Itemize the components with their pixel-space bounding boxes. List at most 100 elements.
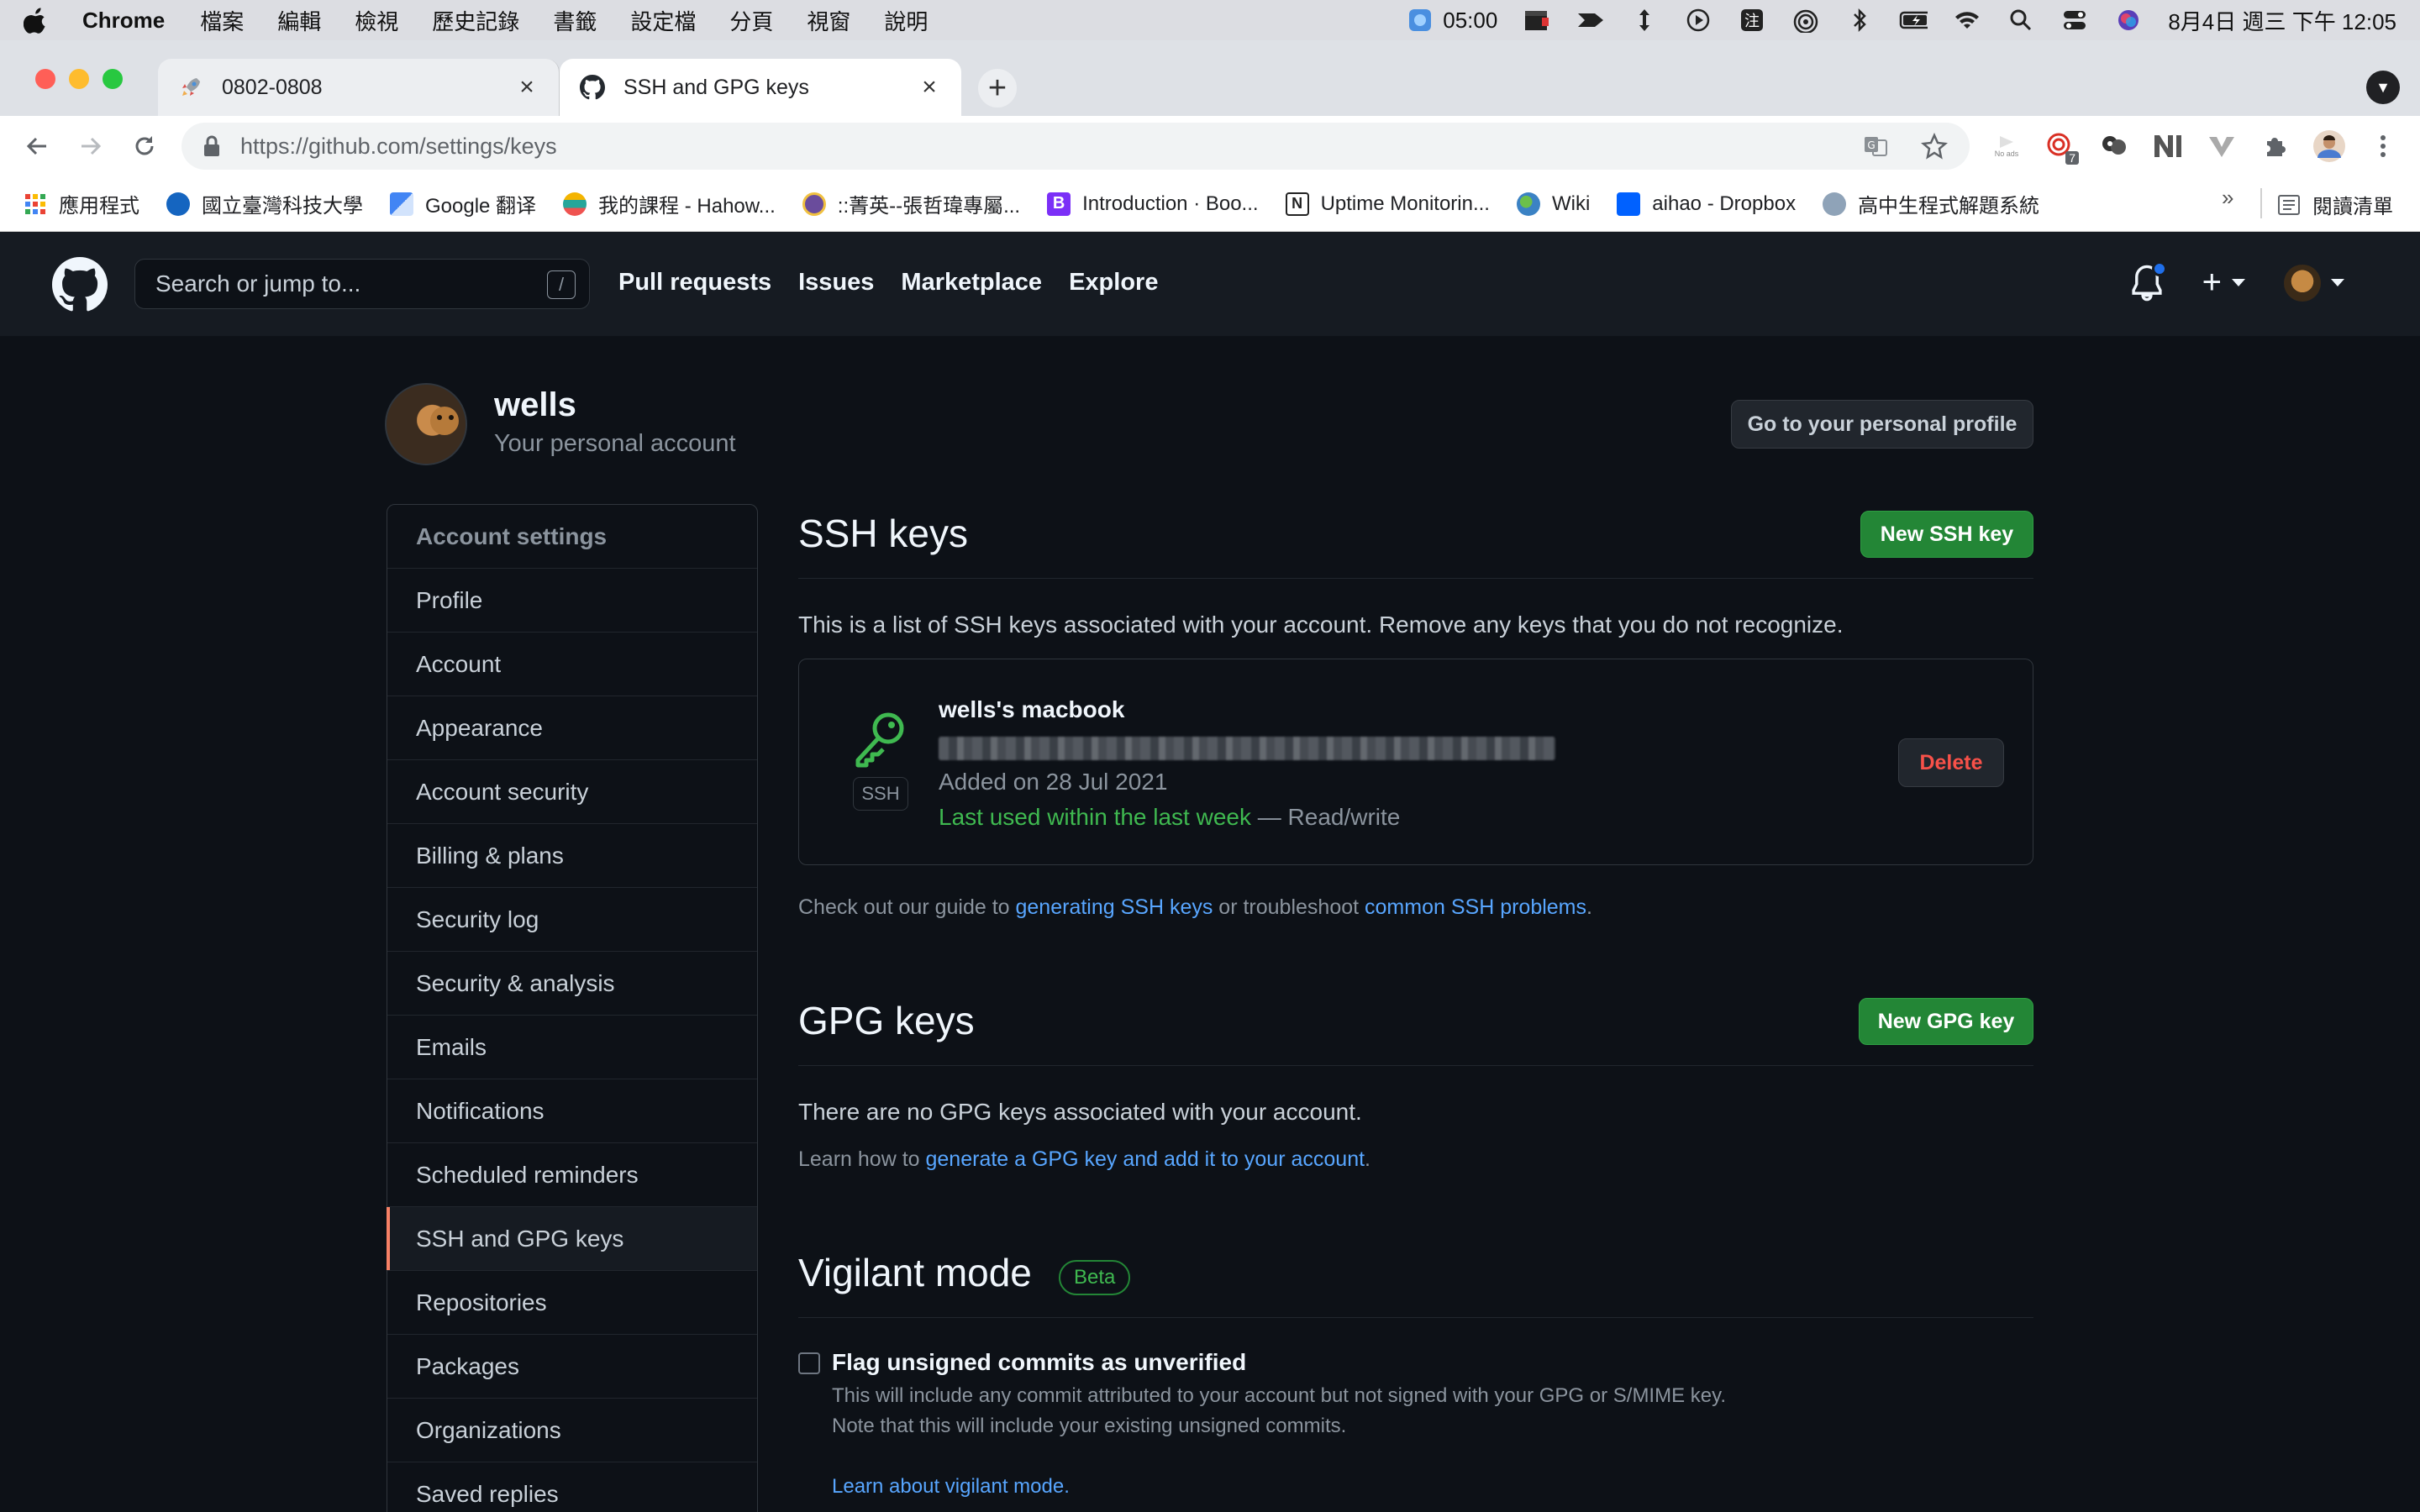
common-ssh-problems-link[interactable]: common SSH problems xyxy=(1365,895,1586,919)
sidebar-item-packages[interactable]: Packages xyxy=(387,1335,757,1399)
nav-explore[interactable]: Explore xyxy=(1069,269,1158,297)
sidebar-item-ssh-gpg-keys[interactable]: SSH and GPG keys xyxy=(387,1207,757,1271)
url-text[interactable]: https://github.com/settings/keys xyxy=(240,134,1832,160)
nav-pull-requests[interactable]: Pull requests xyxy=(618,269,771,297)
sidebar-item-saved-replies[interactable]: Saved replies xyxy=(387,1462,757,1512)
nav-issues[interactable]: Issues xyxy=(798,269,874,297)
go-to-profile-button[interactable]: Go to your personal profile xyxy=(1731,400,2033,449)
reload-button[interactable] xyxy=(128,129,161,163)
zerojudge-icon xyxy=(1823,192,1847,216)
play-circle-icon[interactable] xyxy=(1684,8,1712,33)
no-ads-extension-icon[interactable]: No ads xyxy=(1990,129,2023,163)
menu-history[interactable]: 歷史記錄 xyxy=(432,5,519,36)
account-avatar[interactable] xyxy=(385,383,467,465)
tab-ssh-and-gpg-keys[interactable]: SSH and GPG keys × xyxy=(560,59,961,116)
updown-arrows-icon[interactable] xyxy=(1630,8,1659,33)
flag-unsigned-commits-checkbox[interactable] xyxy=(798,1352,820,1374)
lock-icon[interactable] xyxy=(202,134,222,158)
input-method-icon[interactable]: 注 xyxy=(1738,8,1766,33)
sidebar-item-appearance[interactable]: Appearance xyxy=(387,696,757,760)
bookmark-wiki[interactable]: Wiki xyxy=(1516,192,1590,216)
menubar-app-name[interactable]: Chrome xyxy=(82,8,165,34)
chrome-menu-icon[interactable] xyxy=(2366,129,2400,163)
menu-window[interactable]: 視窗 xyxy=(807,5,850,36)
bookmark-hahow[interactable]: 我的課程 - Hahow... xyxy=(563,189,776,218)
generate-gpg-key-link[interactable]: generate a GPG key and add it to your ac… xyxy=(926,1147,1365,1171)
tab-close-icon[interactable]: × xyxy=(515,73,539,101)
tab-search-icon[interactable]: ▼ xyxy=(2366,71,2400,104)
bookmark-star-icon[interactable] xyxy=(1919,131,1949,161)
address-bar[interactable]: https://github.com/settings/keys G xyxy=(182,123,1970,170)
user-menu-dropdown[interactable] xyxy=(2284,264,2344,302)
menu-file[interactable]: 檔案 xyxy=(200,5,244,36)
window-zoom-button[interactable] xyxy=(103,69,123,89)
sidebar-item-billing[interactable]: Billing & plans xyxy=(387,824,757,888)
notifications-bell-icon[interactable] xyxy=(2130,260,2167,302)
menu-view[interactable]: 檢視 xyxy=(355,5,398,36)
forward-button[interactable] xyxy=(74,129,108,163)
tab-0802-0808[interactable]: 0802-0808 × xyxy=(158,59,560,116)
siri-icon[interactable] xyxy=(2114,8,2143,33)
target-extension-icon[interactable]: 7 xyxy=(2044,129,2079,165)
n-extension-icon[interactable] xyxy=(2151,129,2185,163)
sidebar-item-account-security[interactable]: Account security xyxy=(387,760,757,824)
sidebar-item-notifications[interactable]: Notifications xyxy=(387,1079,757,1143)
sidebar-item-scheduled-reminders[interactable]: Scheduled reminders xyxy=(387,1143,757,1207)
new-ssh-key-button[interactable]: New SSH key xyxy=(1860,511,2033,558)
bookmark-introduction[interactable]: B Introduction · Boo... xyxy=(1047,192,1259,216)
svg-text:注: 注 xyxy=(1744,13,1760,30)
focus-timer-icon[interactable] xyxy=(1406,8,1434,33)
airdrop-icon[interactable] xyxy=(1791,8,1820,33)
sidebar-item-account[interactable]: Account xyxy=(387,633,757,696)
flag-unsigned-commits-label[interactable]: Flag unsigned commits as unverified xyxy=(832,1349,1246,1376)
menu-tab[interactable]: 分頁 xyxy=(729,5,773,36)
clapper-icon[interactable] xyxy=(1523,8,1551,33)
apple-menu-icon[interactable] xyxy=(24,6,49,34)
control-center-icon[interactable] xyxy=(2060,8,2089,33)
new-tab-button[interactable]: + xyxy=(978,69,1017,108)
delete-ssh-key-button[interactable]: Delete xyxy=(1898,738,2004,787)
menubar-clock[interactable]: 8月4日 週三 下午 12:05 xyxy=(2168,5,2396,36)
sidebar-item-security-log[interactable]: Security log xyxy=(387,888,757,952)
extensions-puzzle-icon[interactable] xyxy=(2259,129,2292,163)
bookmark-apps[interactable]: 應用程式 xyxy=(24,189,139,218)
sidebar-item-profile[interactable]: Profile xyxy=(387,569,757,633)
new-gpg-key-button[interactable]: New GPG key xyxy=(1859,998,2033,1045)
github-search-input[interactable]: Search or jump to... / xyxy=(134,259,590,309)
sidebar-item-repositories[interactable]: Repositories xyxy=(387,1271,757,1335)
menu-help[interactable]: 說明 xyxy=(884,5,928,36)
menu-bookmarks[interactable]: 書籤 xyxy=(553,5,597,36)
menu-edit[interactable]: 編輯 xyxy=(277,5,321,36)
tab-close-icon[interactable]: × xyxy=(918,73,941,101)
sidebar-item-security-analysis[interactable]: Security & analysis xyxy=(387,952,757,1016)
account-username[interactable]: wells xyxy=(494,386,576,424)
bookmark-google-translate[interactable]: Google 翻译 xyxy=(390,189,536,218)
nav-marketplace[interactable]: Marketplace xyxy=(901,269,1042,297)
spotlight-search-icon[interactable] xyxy=(2007,8,2035,33)
bluetooth-icon[interactable] xyxy=(1845,8,1874,33)
generating-ssh-keys-link[interactable]: generating SSH keys xyxy=(1016,895,1213,919)
v-extension-icon[interactable] xyxy=(2205,129,2238,163)
sidebar-item-emails[interactable]: Emails xyxy=(387,1016,757,1079)
flow-icon[interactable] xyxy=(1576,8,1605,33)
bookmark-elite[interactable]: ::菁英--張哲瑋專屬... xyxy=(802,189,1020,218)
pokeball-extension-icon[interactable] xyxy=(2097,129,2131,163)
back-button[interactable] xyxy=(20,129,54,163)
wifi-icon[interactable] xyxy=(1953,8,1981,33)
window-close-button[interactable] xyxy=(35,69,55,89)
window-minimize-button[interactable] xyxy=(69,69,89,89)
create-new-dropdown[interactable]: + xyxy=(2202,264,2245,302)
translate-icon[interactable]: G xyxy=(1860,131,1891,161)
github-logo-icon[interactable] xyxy=(52,257,108,312)
learn-about-vigilant-mode-link[interactable]: Learn about vigilant mode. xyxy=(832,1475,1070,1499)
battery-icon[interactable] xyxy=(1899,8,1928,33)
sidebar-item-organizations[interactable]: Organizations xyxy=(387,1399,757,1462)
bookmark-uptime[interactable]: N Uptime Monitorin... xyxy=(1285,192,1490,216)
menu-profiles[interactable]: 設定檔 xyxy=(630,5,696,36)
reading-list-button[interactable]: 閱讀清單 xyxy=(2277,190,2393,219)
bookmark-zerojudge[interactable]: 高中生程式解題系統 xyxy=(1823,189,2039,218)
bookmark-ntust[interactable]: 國立臺灣科技大學 xyxy=(166,189,363,218)
bookmark-dropbox[interactable]: aihao - Dropbox xyxy=(1617,192,1796,216)
chrome-profile-avatar[interactable] xyxy=(2312,129,2346,163)
bookmarks-overflow-button[interactable]: » xyxy=(2222,185,2233,211)
